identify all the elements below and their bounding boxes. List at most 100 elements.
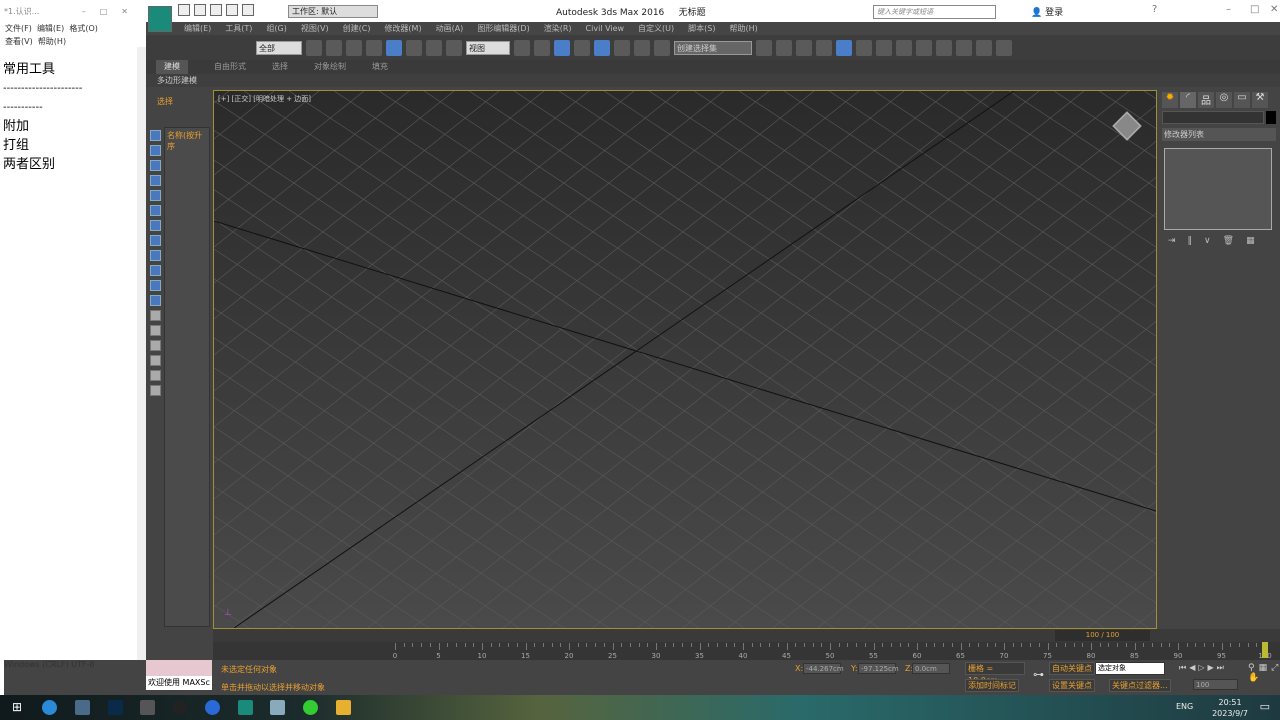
file-explorer-icon[interactable] [336,700,351,715]
menu-view[interactable]: 查看(V) [5,37,33,46]
modify-tab-icon[interactable]: ◜ [1180,92,1196,108]
explorer-tool-icon[interactable] [150,355,161,366]
menu-item[interactable]: 自定义(U) [638,22,674,35]
schematic-icon[interactable] [876,39,892,56]
angle-snap-icon[interactable] [594,39,610,56]
menu-edit[interactable]: 编辑(E) [37,24,64,33]
utilities-tab-icon[interactable]: ⚒ [1252,92,1268,108]
modifier-list-dropdown[interactable]: 修改器列表 [1162,128,1276,141]
auto-key-button[interactable]: 自动关键点 [1049,662,1095,675]
app-icon[interactable] [140,700,155,715]
time-slider[interactable]: 100 / 100 [213,629,1280,642]
redo-icon[interactable] [242,4,254,16]
scale-icon[interactable] [426,39,442,56]
snap-icon[interactable] [574,39,590,56]
explorer-tool-icon[interactable] [150,175,161,186]
select-object-icon[interactable] [306,39,322,56]
explorer-tool-icon[interactable] [150,325,161,336]
new-icon[interactable] [178,4,190,16]
z-coordinate-field[interactable]: 0.0cm [912,663,950,674]
select-by-name-icon[interactable] [326,39,342,56]
configure-sets-icon[interactable]: ▦ [1246,236,1255,246]
motion-tab-icon[interactable]: ◎ [1216,92,1232,108]
obs-icon[interactable] [172,700,187,715]
named-selection-dropdown[interactable]: 创建选择集 [674,40,752,55]
clock[interactable]: 20:51 2023/9/7 [1212,697,1248,719]
viewport[interactable]: [+] [正交] [明暗处理 + 边面] ⊥ [213,90,1157,629]
select-move-icon[interactable] [386,39,402,56]
explorer-tool-icon[interactable] [150,205,161,216]
hierarchy-tab-icon[interactable]: 品 [1198,92,1214,108]
current-frame-field[interactable]: 100 [1193,679,1238,690]
explorer-tool-icon[interactable] [150,310,161,321]
layer-icon[interactable] [796,39,812,56]
menu-item[interactable]: 图形编辑器(D) [477,22,529,35]
edge-icon[interactable] [42,700,57,715]
percent-snap-icon[interactable] [614,39,630,56]
scene-explorer-icon[interactable] [836,39,852,56]
key-filter-selection-dropdown[interactable]: 选定对象 [1095,662,1165,675]
ribbon-subtab[interactable]: 多边形建模 [146,74,1280,87]
tab-populate[interactable]: 填充 [372,60,388,74]
explorer-tool-icon[interactable] [150,145,161,156]
help-icon[interactable]: ? [1152,4,1157,15]
object-color-swatch[interactable] [1266,111,1276,124]
menu-file[interactable]: 文件(F) [5,24,32,33]
maxscript-input[interactable] [146,660,212,676]
display-tab-icon[interactable]: ▭ [1234,92,1250,108]
create-tab-icon[interactable]: ✹ [1162,92,1178,108]
explorer-tool-icon[interactable] [150,280,161,291]
viewport-label[interactable]: [+] [正交] [明暗处理 + 边面] [218,94,311,104]
select-label[interactable]: 选择 [157,96,173,107]
manipulate-icon[interactable] [534,39,550,56]
menu-item[interactable]: 创建(C) [343,22,371,35]
menu-item[interactable]: 视图(V) [301,22,329,35]
explorer-tool-icon[interactable] [150,295,161,306]
pin-stack-icon[interactable]: ⇥ [1168,236,1176,246]
reference-coord-dropdown[interactable]: 视图 [466,40,510,55]
pivot-icon[interactable] [514,39,530,56]
rotate-icon[interactable] [406,39,422,56]
render-setup-icon[interactable] [916,39,932,56]
explorer-tool-icon[interactable] [150,220,161,231]
render-icon[interactable] [956,39,972,56]
explorer-tool-icon[interactable] [150,340,161,351]
place-icon[interactable] [446,39,462,56]
language-indicator[interactable]: ENG [1176,702,1193,711]
menu-item[interactable]: 脚本(S) [688,22,715,35]
tab-selection[interactable]: 选择 [272,60,288,74]
add-time-tag-button[interactable]: 添加时间标记 [965,679,1019,692]
undo-icon[interactable] [226,4,238,16]
set-key-icon[interactable]: ⊶ [1033,668,1044,681]
maxscript-output[interactable]: 欢迎使用 MAXSc [146,676,212,690]
timeline-track[interactable]: 0510152025303540455055606570758085909510… [213,642,1280,660]
playback-controls[interactable]: ⏮◀▷▶⏭ [1179,663,1227,673]
menu-item[interactable]: 动画(A) [436,22,464,35]
edit-named-sel-icon[interactable] [654,39,670,56]
app-icon[interactable] [270,700,285,715]
window-crossing-icon[interactable] [366,39,382,56]
explorer-tool-icon[interactable] [150,265,161,276]
explorer-tool-icon[interactable] [150,160,161,171]
notepad-text[interactable]: 常用工具 ---------------------- ----------- 附加打… [3,60,82,174]
explorer-tool-icon[interactable] [150,385,161,396]
maxscript-listener[interactable]: 欢迎使用 MAXSc [146,660,212,695]
photoshop-icon[interactable] [108,700,123,715]
column-header-name[interactable]: 名称(按升序 [165,128,209,154]
time-slider-counter[interactable]: 100 / 100 [1055,630,1150,641]
y-coordinate-field[interactable]: -97.125cm [858,663,899,674]
app-logo-icon[interactable] [148,6,172,32]
mirror-icon[interactable] [756,39,772,56]
current-frame-marker[interactable] [1262,642,1268,658]
render-online-icon[interactable] [976,39,992,56]
save-icon[interactable] [210,4,222,16]
modifier-stack[interactable] [1164,148,1272,230]
menu-item[interactable]: 修改器(M) [384,22,421,35]
make-unique-icon[interactable]: ∨ [1204,236,1211,246]
menu-item[interactable]: 组(G) [266,22,286,35]
explorer-tool-icon[interactable] [150,370,161,381]
login-button[interactable]: 👤 登录 [1031,5,1063,18]
qq-icon[interactable] [205,700,220,715]
tab-freeform[interactable]: 自由形式 [214,60,246,74]
remove-modifier-icon[interactable]: 🗑 [1223,236,1234,246]
